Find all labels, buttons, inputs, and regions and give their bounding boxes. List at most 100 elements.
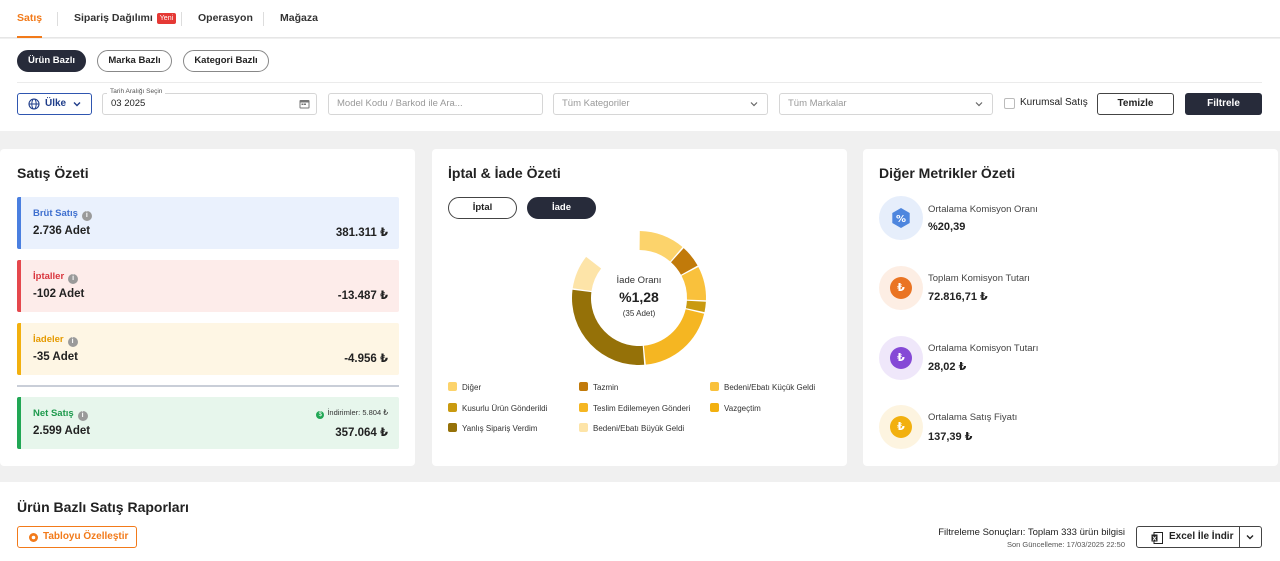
view-product-button[interactable]: Ürün Bazlı: [17, 50, 86, 72]
info-icon[interactable]: i: [77, 411, 88, 421]
legend-item: Yanlış Sipariş Verdim: [448, 423, 537, 433]
net-sales-amount: 357.064 ₺: [335, 427, 388, 439]
divider: [57, 12, 58, 26]
excel-download-button[interactable]: X Excel İle İndir: [1136, 526, 1262, 548]
cancels-label: İptaller i: [33, 271, 79, 284]
legend-swatch: [579, 403, 588, 412]
other-metrics-card: Diğer Metrikler Özeti: [863, 149, 1278, 466]
search-input[interactable]: Model Kodu / Barkod ile Ara...: [328, 93, 543, 115]
country-label: Ülke: [45, 98, 67, 109]
date-value: 03 2025: [111, 98, 146, 109]
returns-count: -35 Adet: [33, 351, 78, 363]
lira-icon: ₺: [890, 416, 912, 438]
corporate-sales-checkbox[interactable]: [1004, 98, 1015, 109]
tab-satis[interactable]: Satış: [17, 0, 43, 38]
date-range-label: Tarih Aralığı Seçin: [107, 88, 166, 95]
country-select[interactable]: Ülke: [17, 93, 92, 115]
lira-icon: ₺: [890, 347, 912, 369]
gear-icon: [29, 533, 38, 542]
metric-value: 28,02 ₺: [928, 361, 967, 373]
other-metrics-title: Diğer Metrikler Özeti: [879, 165, 1016, 181]
new-badge: Yeni: [156, 13, 177, 24]
filter-panel: Ürün Bazlı Marka Bazlı Kategori Bazlı Ül…: [0, 39, 1280, 131]
globe-icon: [28, 98, 40, 110]
discount-label: İndirimler:: [327, 408, 361, 417]
net-sales-box: Net Satış i $ İndirimler: 5.804 ₺ 2.599 Ad…: [17, 397, 399, 449]
report-section: Ürün Bazlı Satış Raporları: [0, 482, 1280, 561]
category-select[interactable]: Tüm Kategoriler: [553, 93, 768, 115]
tab-magaza[interactable]: Mağaza: [280, 0, 318, 38]
metric-icon-bg: ₺: [879, 266, 923, 310]
metric-label: Ortalama Komisyon Tutarı: [928, 343, 1039, 354]
calendar-icon: [299, 100, 310, 109]
metric-label: Toplam Komisyon Tutarı: [928, 273, 1030, 284]
category-placeholder: Tüm Kategoriler: [562, 98, 630, 109]
legend-item: Bedeni/Ebatı Büyük Geldi: [579, 423, 684, 433]
legend-item: Diğer: [448, 382, 481, 392]
legend-item: Teslim Edilemeyen Gönderi: [579, 403, 690, 413]
discount-icon: $: [316, 411, 325, 419]
returns-amount: -4.956 ₺: [344, 353, 388, 365]
divider: [181, 12, 182, 26]
net-sales-label: Net Satış i: [33, 408, 88, 421]
lira-icon: ₺: [890, 277, 912, 299]
excel-download-label: Excel İle İndir: [1169, 531, 1234, 542]
returns-label: İadeler i: [33, 334, 78, 347]
metric-icon-bg: %: [879, 196, 923, 240]
customize-table-button[interactable]: Tabloyu Özelleştir: [17, 526, 137, 548]
metric-value: 137,39 ₺: [928, 431, 973, 443]
cancel-return-title: İptal & İade Özeti: [448, 165, 561, 181]
last-updated-text: Son Güncelleme: 17/03/2025 22:50: [1006, 540, 1125, 549]
return-rate-count: (35 Adet): [622, 309, 656, 318]
tab-siparis-dagilimi[interactable]: Sipariş Dağılımı Yeni: [74, 0, 177, 38]
tab-operasyon[interactable]: Operasyon: [198, 0, 253, 38]
view-category-button[interactable]: Kategori Bazlı: [183, 50, 269, 72]
legend-swatch: [579, 423, 588, 432]
gross-sales-label: Brüt Satış i: [33, 208, 92, 221]
tab-label: Sipariş Dağılımı: [74, 12, 153, 24]
returns-box: İadeler i -35 Adet -4.956 ₺: [17, 323, 399, 375]
brand-placeholder: Tüm Markalar: [788, 98, 847, 109]
divider: [17, 385, 399, 387]
chevron-down-icon[interactable]: [1245, 532, 1255, 542]
results-text: Filtreleme Sonuçları: Toplam 333 ürün bi…: [938, 527, 1125, 538]
metric-icon-bg: ₺: [879, 336, 923, 380]
info-icon[interactable]: i: [68, 274, 79, 284]
gross-sales-box: Brüt Satış i 2.736 Adet 381.311 ₺: [17, 197, 399, 249]
legend-swatch: [710, 382, 719, 391]
gross-sales-count: 2.736 Adet: [33, 225, 91, 237]
filter-button[interactable]: Filtrele: [1185, 93, 1262, 115]
date-range-input[interactable]: 03 2025: [102, 93, 317, 115]
brand-select[interactable]: Tüm Markalar: [779, 93, 993, 115]
chevron-down-icon: [73, 102, 81, 107]
metric-value: %20,39: [928, 221, 966, 233]
cancels-amount: -13.487 ₺: [337, 290, 388, 302]
cancels-box: İptaller i -102 Adet -13.487 ₺: [17, 260, 399, 312]
discounts-info: $ İndirimler: 5.804 ₺: [316, 408, 388, 419]
return-rate-title: İade Oranı: [616, 275, 662, 286]
metric-value: 72.816,71 ₺: [928, 291, 988, 303]
cancel-toggle-button[interactable]: İptal: [448, 197, 517, 219]
divider: [1239, 527, 1240, 547]
excel-icon: X: [1151, 532, 1163, 544]
sales-summary-title: Satış Özeti: [17, 165, 89, 181]
sales-summary-card: Satış Özeti Brüt Satış i 2.736 Adet 381.3…: [0, 149, 415, 466]
chevron-down-icon: [750, 102, 758, 107]
legend-swatch: [448, 403, 457, 412]
legend-swatch: [710, 403, 719, 412]
chevron-down-icon: [975, 102, 983, 107]
cancels-count: -102 Adet: [33, 288, 85, 300]
net-sales-count: 2.599 Adet: [33, 425, 91, 437]
percent-icon: %: [892, 208, 910, 228]
divider: [17, 82, 1262, 83]
svg-text:%: %: [896, 214, 906, 225]
info-icon[interactable]: i: [67, 337, 78, 347]
customize-table-label: Tabloyu Özelleştir: [43, 531, 129, 542]
return-toggle-button[interactable]: İade: [527, 197, 596, 219]
info-icon[interactable]: i: [81, 211, 92, 221]
legend-item: Vazgeçtim: [710, 403, 761, 413]
legend-swatch: [579, 382, 588, 391]
clear-button[interactable]: Temizle: [1097, 93, 1174, 115]
legend-item: Bedeni/Ebatı Küçük Geldi: [710, 382, 815, 392]
view-brand-button[interactable]: Marka Bazlı: [97, 50, 172, 72]
